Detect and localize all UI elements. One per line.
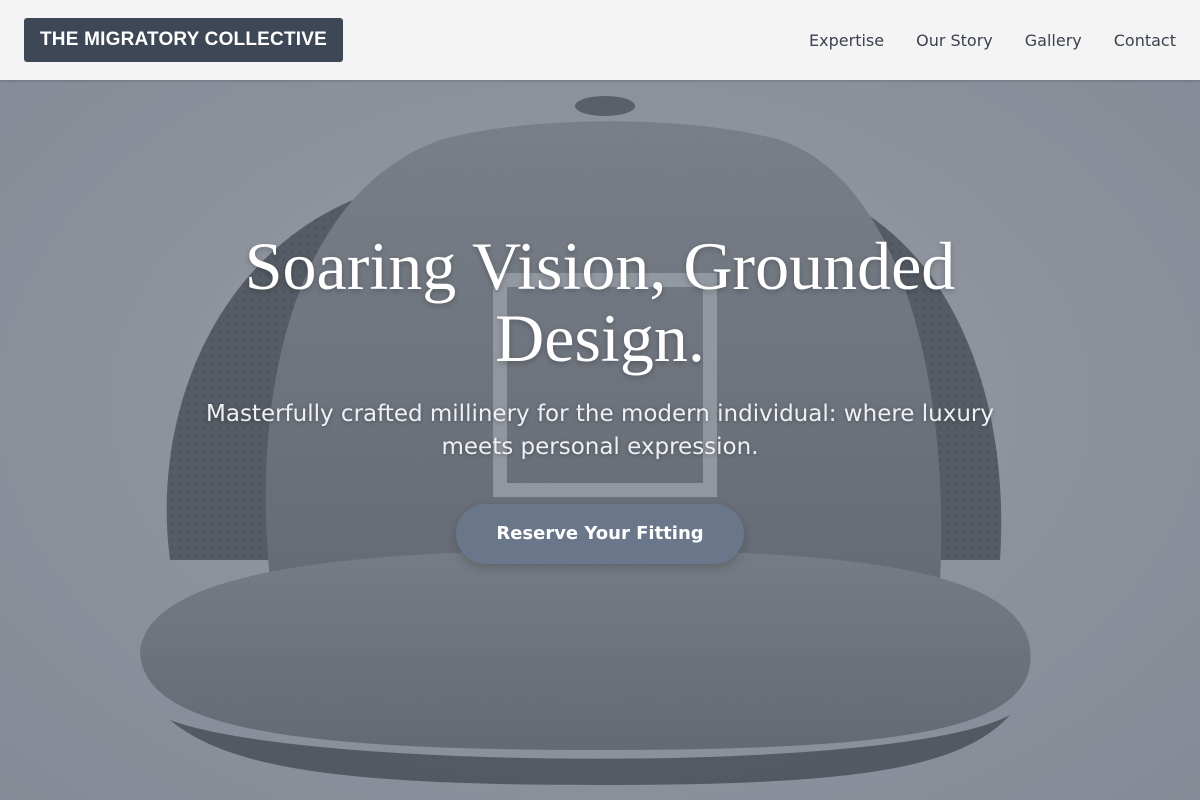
nav-link-our-story[interactable]: Our Story xyxy=(916,31,993,50)
site-header: THE MIGRATORY COLLECTIVE Expertise Our S… xyxy=(0,0,1200,80)
brand-name: THE MIGRATORY COLLECTIVE xyxy=(40,29,327,50)
nav-link-gallery[interactable]: Gallery xyxy=(1025,31,1082,50)
brand-logo[interactable]: THE MIGRATORY COLLECTIVE xyxy=(24,18,343,62)
landing-page: THE MIGRATORY COLLECTIVE Expertise Our S… xyxy=(0,0,1200,800)
hero-title: Soaring Vision, Grounded Design. xyxy=(244,228,956,376)
hero-content: Soaring Vision, Grounded Design. Masterf… xyxy=(0,230,1200,564)
hero-section: Soaring Vision, Grounded Design. Masterf… xyxy=(0,80,1200,800)
reserve-fitting-button[interactable]: Reserve Your Fitting xyxy=(456,504,744,564)
nav-link-expertise[interactable]: Expertise xyxy=(809,31,884,50)
main-nav: Expertise Our Story Gallery Contact xyxy=(809,0,1176,80)
hero-subtitle: Masterfully crafted millinery for the mo… xyxy=(206,401,994,460)
nav-link-contact[interactable]: Contact xyxy=(1114,31,1176,50)
